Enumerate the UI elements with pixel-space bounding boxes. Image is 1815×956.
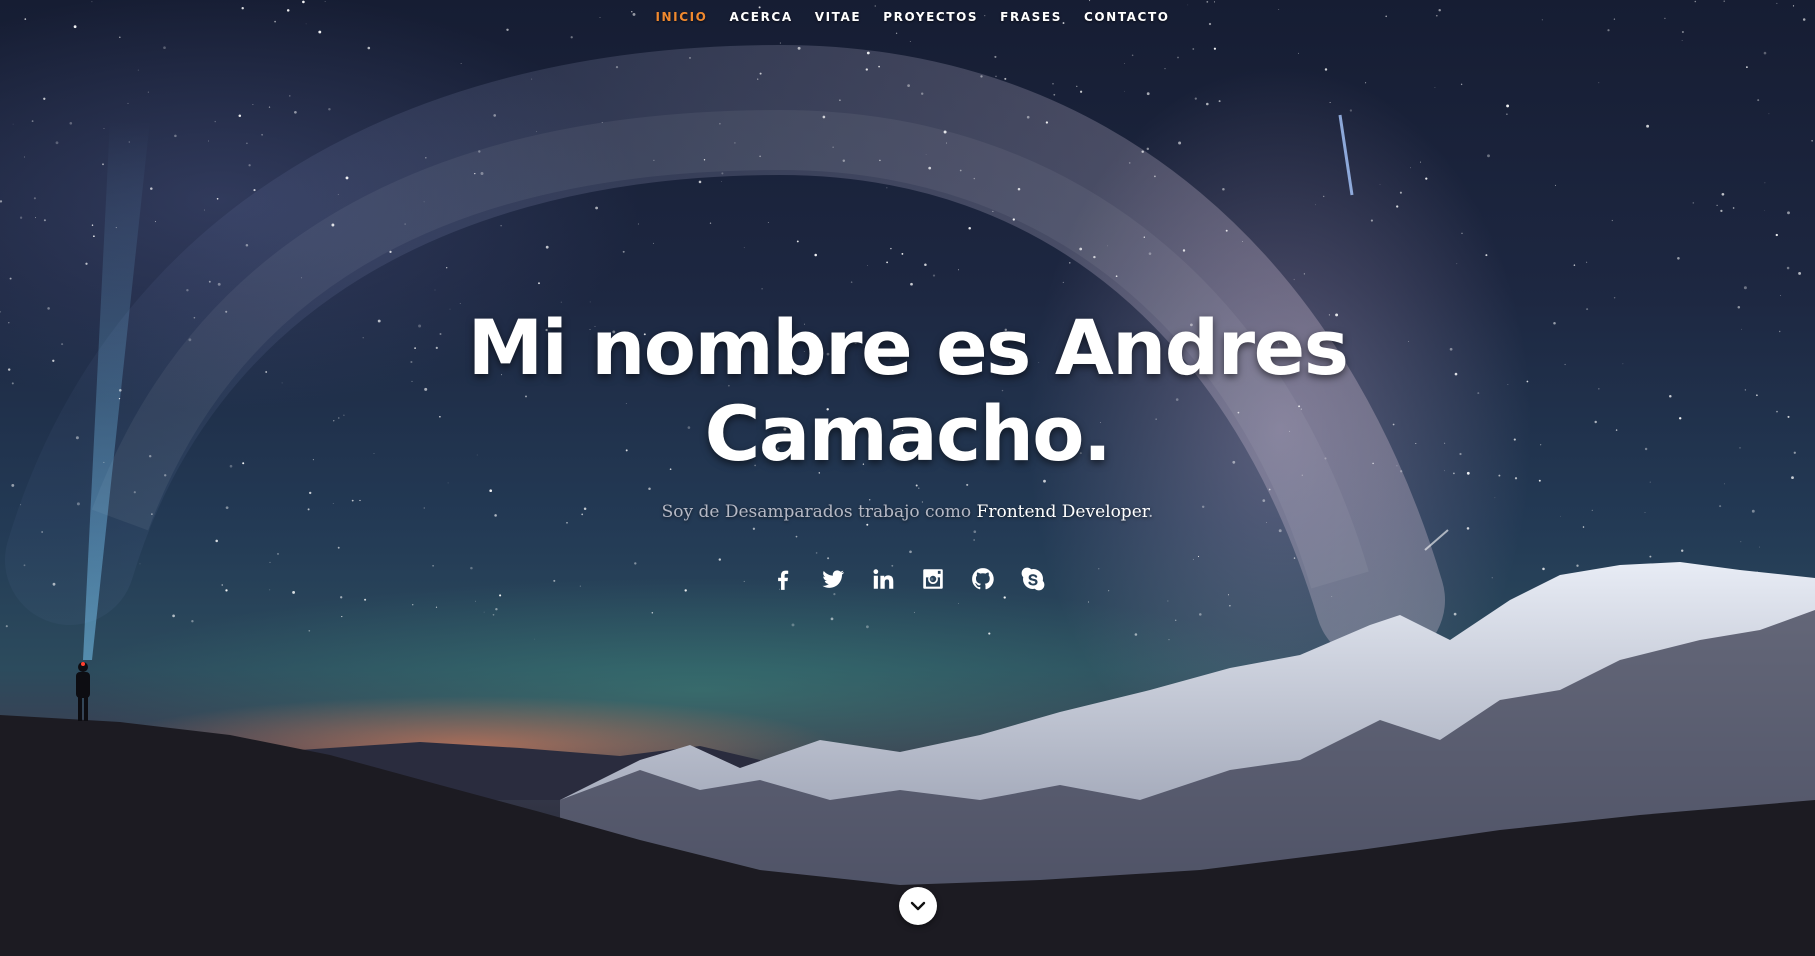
linkedin-link[interactable] xyxy=(869,565,897,593)
nav-item-frases[interactable]: Frases xyxy=(1000,10,1062,24)
facebook-icon xyxy=(777,570,788,590)
twitter-link[interactable] xyxy=(819,565,847,593)
linkedin-icon xyxy=(872,569,893,589)
headline-line-2: Camacho. xyxy=(704,389,1112,478)
chevron-down-icon xyxy=(910,901,926,911)
twitter-icon xyxy=(821,570,844,588)
skype-icon xyxy=(1021,567,1044,591)
github-link[interactable] xyxy=(969,565,997,593)
nav-item-inicio[interactable]: Inicio xyxy=(655,10,707,24)
nav-item-acerca[interactable]: Acerca xyxy=(729,10,792,24)
tagline-prefix: Soy de Desamparados trabajo como xyxy=(661,502,972,522)
hero-headline: Mi nombre es Andres Camacho. xyxy=(0,305,1815,477)
tagline-suffix: . xyxy=(1148,502,1154,522)
tagline-role: Frontend Developer xyxy=(976,502,1149,522)
instagram-link[interactable] xyxy=(919,565,947,593)
main-nav: Inicio Acerca Vitae Proyectos Frases Con… xyxy=(0,10,1815,24)
nav-item-proyectos[interactable]: Proyectos xyxy=(883,10,978,24)
social-links xyxy=(0,565,1815,593)
github-icon xyxy=(971,568,994,590)
skype-link[interactable] xyxy=(1019,565,1047,593)
nav-item-vitae[interactable]: Vitae xyxy=(815,10,862,24)
hero-tagline: Soy de Desamparados trabajo como Fronten… xyxy=(0,502,1815,522)
headline-line-1: Mi nombre es Andres xyxy=(467,303,1349,392)
facebook-link[interactable] xyxy=(769,565,797,593)
scroll-down-button[interactable] xyxy=(899,887,937,925)
nav-item-contacto[interactable]: Contacto xyxy=(1084,10,1170,24)
hero-background-image xyxy=(0,0,1815,956)
instagram-icon xyxy=(922,569,943,589)
hero-section: Inicio Acerca Vitae Proyectos Frases Con… xyxy=(0,0,1815,956)
